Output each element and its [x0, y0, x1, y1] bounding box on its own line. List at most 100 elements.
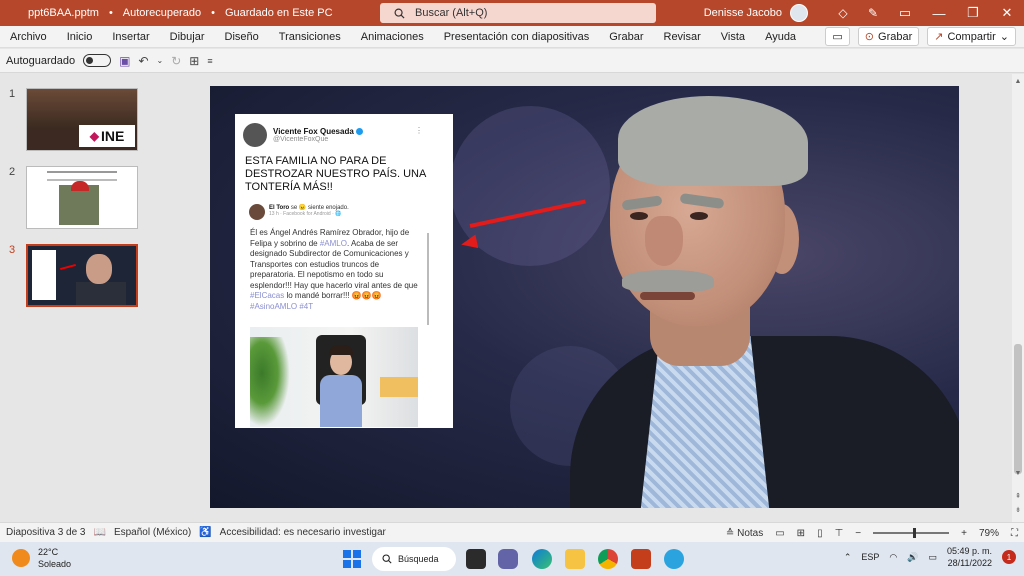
normal-view-icon[interactable]: ▭ — [775, 528, 784, 539]
tab-vista[interactable]: Vista — [711, 31, 755, 43]
share-icon: ↗ — [934, 31, 944, 43]
chevron-up-icon[interactable]: ⌃ — [844, 552, 852, 563]
fit-slide-icon[interactable]: ⛶ — [1011, 528, 1018, 539]
tab-presentacion[interactable]: Presentación con diapositivas — [434, 31, 600, 43]
search-placeholder: Buscar (Alt+Q) — [415, 7, 488, 19]
notes-button[interactable]: ≙ Notas — [726, 528, 763, 539]
accessibility-status[interactable]: Accesibilidad: es necesario investigar — [220, 527, 386, 538]
customize-icon[interactable]: ≡ — [207, 56, 212, 66]
autosave-toggle[interactable] — [83, 54, 112, 67]
chevron-down-icon[interactable]: ⌄ — [157, 56, 164, 65]
zoom-knob[interactable] — [913, 528, 917, 538]
tab-insertar[interactable]: Insertar — [102, 31, 159, 43]
zoom-in-icon[interactable]: + — [961, 528, 967, 539]
language-label[interactable]: Español (México) — [114, 527, 191, 538]
telegram-icon[interactable] — [664, 549, 684, 569]
scroll-down-icon[interactable]: ▼ — [1012, 470, 1024, 477]
file-name: ppt6BAA.pptm — [28, 7, 99, 19]
tab-transiciones[interactable]: Transiciones — [269, 31, 351, 43]
clock[interactable]: 05:49 p. m. 28/11/2022 — [947, 545, 992, 569]
record-label: Grabar — [878, 30, 913, 43]
redo-icon[interactable]: ↻ — [171, 54, 181, 68]
slide-thumbnail-1[interactable]: ◆ INE — [26, 88, 138, 151]
comments-button[interactable]: ▭ — [825, 27, 850, 46]
ribbon-display-icon[interactable]: ▭ — [888, 5, 922, 21]
save-icon[interactable]: ▣ — [119, 54, 130, 68]
notes-icon: ≙ — [725, 527, 735, 539]
wifi-icon[interactable]: ◠ — [889, 552, 897, 563]
edge-icon[interactable] — [532, 549, 552, 569]
tweet-screenshot[interactable]: Vicente Fox Quesada @VicenteFoxQue ⋮ EST… — [235, 114, 453, 428]
desk-object — [380, 377, 418, 397]
share-button[interactable]: ↗ Compartir ⌄ — [927, 27, 1016, 46]
powerpoint-icon[interactable] — [631, 549, 651, 569]
date: 28/11/2022 — [947, 558, 992, 568]
windows-taskbar: 22°C Soleado Búsqueda ⌃ ESP ◠ 🔊 ▭ 05:49 … — [0, 542, 1024, 576]
restore-button[interactable]: ❐ — [956, 5, 990, 21]
battery-icon[interactable]: ▭ — [928, 552, 937, 563]
close-button[interactable]: ✕ — [990, 5, 1024, 21]
fb-photo — [250, 327, 418, 427]
user-avatar[interactable] — [790, 4, 808, 22]
volume-icon[interactable]: 🔊 — [907, 552, 918, 563]
search-icon — [382, 554, 392, 564]
hashtag: #ElCacas — [250, 291, 285, 300]
thumb-tweet — [32, 250, 56, 300]
title-separator: • — [211, 7, 215, 19]
thumb-picture — [59, 185, 99, 225]
reading-view-icon[interactable]: ▯ — [817, 528, 823, 539]
quick-access-toolbar: Autoguardado ▣ ↶ ⌄ ↻ ⊞ ≡ — [0, 49, 1024, 73]
taskbar-search[interactable]: Búsqueda — [372, 547, 456, 571]
tweet-avatar — [243, 123, 267, 147]
present-icon[interactable]: ⊞ — [189, 54, 199, 68]
scroll-up-icon[interactable]: ▲ — [1012, 78, 1024, 85]
diamond-icon[interactable]: ◇ — [828, 6, 858, 20]
slide-thumbnail-2[interactable] — [26, 166, 138, 229]
time: 05:49 p. m. — [946, 546, 992, 556]
title-separator: • — [108, 7, 113, 19]
tab-inicio[interactable]: Inicio — [57, 31, 103, 43]
tab-grabar[interactable]: Grabar — [599, 31, 653, 43]
file-explorer-icon[interactable] — [565, 549, 585, 569]
pen-icon[interactable]: ✎ — [858, 6, 888, 20]
minimize-button[interactable]: — — [922, 6, 956, 21]
weather-widget[interactable]: 22°C Soleado — [12, 546, 71, 570]
tab-dibujar[interactable]: Dibujar — [160, 31, 215, 43]
chrome-icon[interactable] — [598, 549, 618, 569]
current-slide[interactable]: Vicente Fox Quesada @VicenteFoxQue ⋮ EST… — [210, 86, 959, 508]
tab-revisar[interactable]: Revisar — [654, 31, 711, 43]
teams-icon[interactable] — [498, 549, 518, 569]
slide-sorter-icon[interactable]: ⊞ — [797, 528, 805, 539]
undo-icon[interactable]: ↶ — [138, 54, 148, 68]
zoom-out-icon[interactable]: − — [855, 528, 861, 539]
slide-thumbnail-3[interactable] — [26, 244, 138, 307]
task-view-icon[interactable] — [466, 549, 486, 569]
slide-number: 3 — [9, 244, 16, 256]
record-button[interactable]: ⊙ Grabar — [857, 27, 920, 46]
tab-archivo[interactable]: Archivo — [0, 31, 57, 43]
search-box[interactable]: Buscar (Alt+Q) — [380, 3, 656, 23]
windows-start-icon[interactable] — [343, 550, 361, 568]
vertical-scrollbar[interactable]: ▲ ▼ ⇞ ⇟ — [1012, 74, 1024, 522]
chevron-down-icon: ⌄ — [999, 31, 1009, 43]
slideshow-icon[interactable]: ⊤ — [835, 528, 844, 539]
zoom-level[interactable]: 79% — [979, 528, 999, 539]
notification-badge[interactable]: 1 — [1002, 550, 1016, 564]
slide-indicator: Diapositiva 3 de 3 — [6, 527, 86, 538]
scroll-thumb[interactable] — [1014, 344, 1022, 474]
user-name[interactable]: Denisse Jacobo — [704, 7, 782, 19]
accessibility-icon[interactable]: ♿ — [199, 527, 211, 538]
title-bar: ppt6BAA.pptm • Autorecuperado • Guardado… — [0, 0, 1024, 26]
slide-thumbnail-pane: 1 ◆ INE 2 3 — [0, 74, 156, 522]
autorecover-status: Autorecuperado — [122, 7, 202, 19]
weather-condition: Soleado — [38, 559, 72, 569]
tab-ayuda[interactable]: Ayuda — [755, 31, 806, 43]
zoom-slider[interactable] — [873, 528, 950, 538]
tab-diseno[interactable]: Diseño — [215, 31, 269, 43]
next-slide-icon[interactable]: ⇟ — [1012, 506, 1024, 514]
thumb-face — [86, 254, 112, 284]
spelling-icon[interactable]: 📖 — [94, 527, 106, 538]
tab-animaciones[interactable]: Animaciones — [351, 31, 434, 43]
input-language[interactable]: ESP — [861, 552, 879, 562]
previous-slide-icon[interactable]: ⇞ — [1012, 492, 1024, 500]
